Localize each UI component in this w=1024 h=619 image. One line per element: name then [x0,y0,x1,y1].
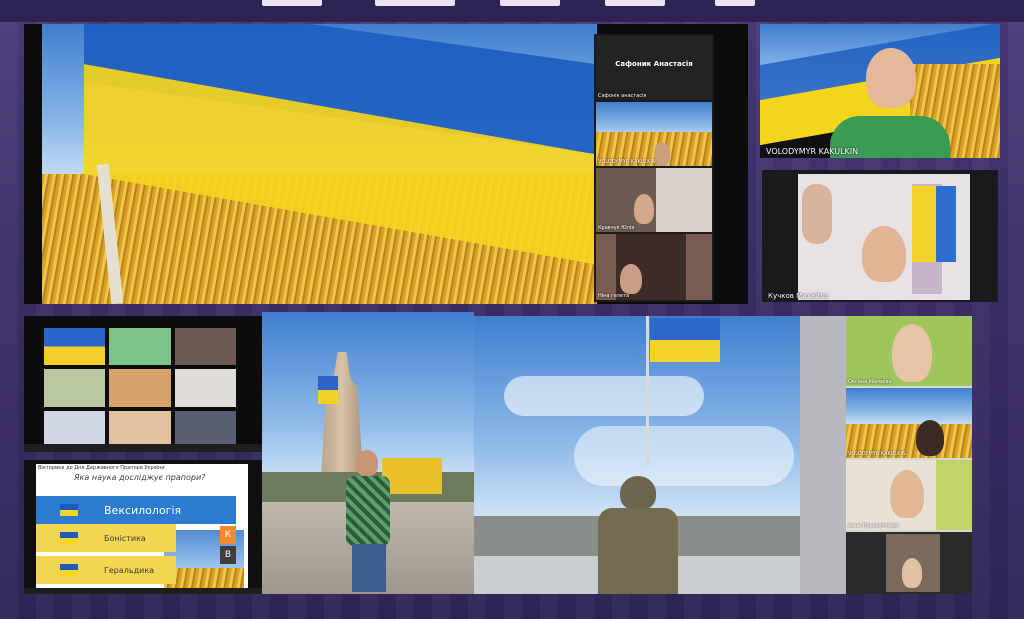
speaker-name-big: Сафоник Анастасія [615,60,693,68]
zoom-screenshot-flag: Сафоник Анастасія Сафонік анастасія VOLO… [24,24,748,304]
tile-label: VOLODYMYR KAKULKIN [766,147,859,156]
gallery-tile [44,410,106,448]
tile-label: VOLODYMYR KAKULKIN [598,159,656,165]
zoom-toolbar[interactable] [24,588,262,594]
option-text: Вексилологія [104,503,182,517]
zoom-toolbar[interactable] [24,444,262,452]
tile-label: VOLODYMYR KAKULKIN [848,451,906,457]
zoom-gallery-grid [24,316,262,452]
boy-shirt [346,476,390,546]
soldier-helmet [620,476,656,510]
flag-icon [60,504,78,516]
flagpole [646,316,649,466]
soldier-body [598,508,678,594]
tile-label: Ніна гелета [598,293,630,299]
photo-volodymyr: VOLODYMYR KAKULKIN [760,24,1000,158]
boy-face [866,48,916,108]
gallery-tile [174,410,236,448]
tile-label: Кучков Михайло [768,292,829,300]
boy-face [862,226,906,282]
slide-question: Яка наука досліджує прапори? [74,473,206,482]
tile-label: Сафонік анастасія [598,93,647,99]
participant-tile: VOLODYMYR KAKULKIN [846,388,972,458]
participant-avatar [620,264,642,294]
side-letter-k: К [220,526,236,544]
participant-avatar [916,420,944,456]
tile-label: Анна Прохватілова [848,523,899,529]
option-text: Боністика [104,533,146,543]
option-text: Геральдика [104,565,155,575]
zoom-participants-right: Оксана Мамаєва VOLODYMYR KAKULKIN Анна П… [800,316,972,594]
speaker-tile: Сафоник Анастасія Сафонік анастасія [596,36,712,100]
raised-flag [650,318,720,362]
participant-avatar [654,142,670,166]
flag-icon [60,532,78,544]
quiz-slide: Вікторина до Дня Державного Прапора Укра… [24,460,262,594]
flag-icon [60,564,78,576]
photo-soldier-flag [474,316,800,594]
photo-street-flag [262,312,474,594]
tile-label: Кравчук Юлія [598,225,635,231]
zoom-participants-strip: Сафоник Анастасія Сафонік анастасія VOLO… [594,34,714,302]
gallery-tile [44,369,106,407]
participant-avatar [890,470,924,518]
gallery-tile [109,410,171,448]
gallery-tile [44,328,106,366]
gallery-tile [174,369,236,407]
participant-tile: Кравчук Юлія [596,168,712,232]
participant-tile: Ніна гелета [596,234,712,300]
participant-tile: VOLODYMYR KAKULKIN [596,102,712,166]
boy-face [356,450,378,476]
held-flag [912,186,956,262]
participant-avatar [634,194,654,224]
tile-label: Оксана Мамаєва [848,379,892,385]
side-letter-v: В [220,546,236,564]
participant-tile: Оксана Мамаєва [846,316,972,386]
gallery-tile [109,328,171,366]
hand-flag [318,376,338,404]
participant-tile [846,532,972,594]
photo-kuchkov: Кучков Михайло [762,170,998,302]
participant-avatar [892,324,932,382]
participant-avatar [902,558,922,588]
gallery-tile [174,328,236,366]
gallery-tile [109,369,171,407]
top-banner [0,0,1024,22]
participant-tile: Анна Прохватілова [846,460,972,530]
slide-header: Вікторина до Дня Державного Прапора Укра… [38,465,165,471]
